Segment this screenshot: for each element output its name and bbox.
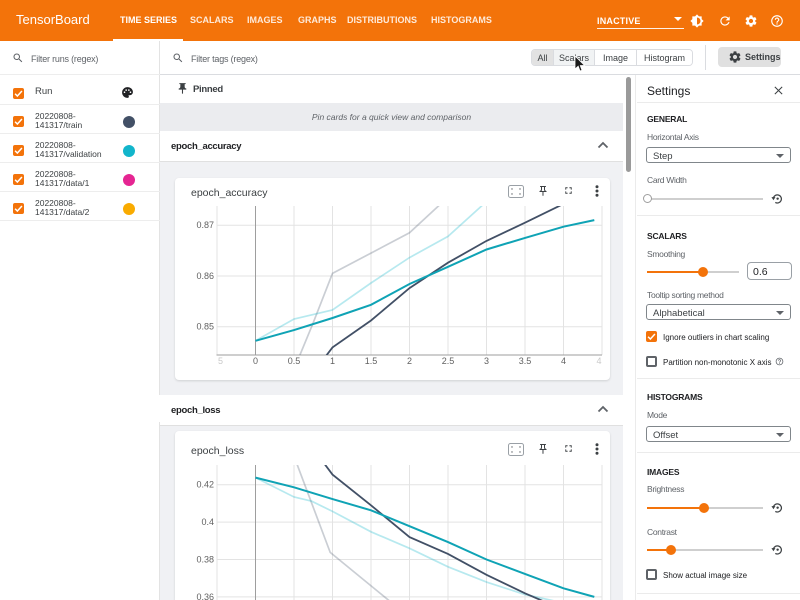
svg-text:2: 2: [407, 356, 412, 366]
svg-text:3.5: 3.5: [519, 356, 532, 366]
svg-text:0.87: 0.87: [196, 220, 214, 230]
svg-text:1.5: 1.5: [365, 356, 378, 366]
svg-text:0.36: 0.36: [196, 592, 214, 600]
svg-text:4: 4: [596, 356, 601, 366]
svg-text:0.38: 0.38: [196, 555, 214, 565]
svg-text:3: 3: [484, 356, 489, 366]
svg-text:0: 0: [253, 356, 258, 366]
svg-text:1: 1: [330, 356, 335, 366]
svg-text:0.42: 0.42: [196, 480, 214, 490]
svg-text:2.5: 2.5: [442, 356, 455, 366]
svg-text:0.5: 0.5: [288, 356, 301, 366]
svg-text:0.85: 0.85: [196, 322, 214, 332]
svg-text:0.4: 0.4: [201, 517, 214, 527]
svg-text:4: 4: [561, 356, 566, 366]
svg-text:5: 5: [218, 356, 223, 366]
svg-text:0.86: 0.86: [196, 271, 214, 281]
